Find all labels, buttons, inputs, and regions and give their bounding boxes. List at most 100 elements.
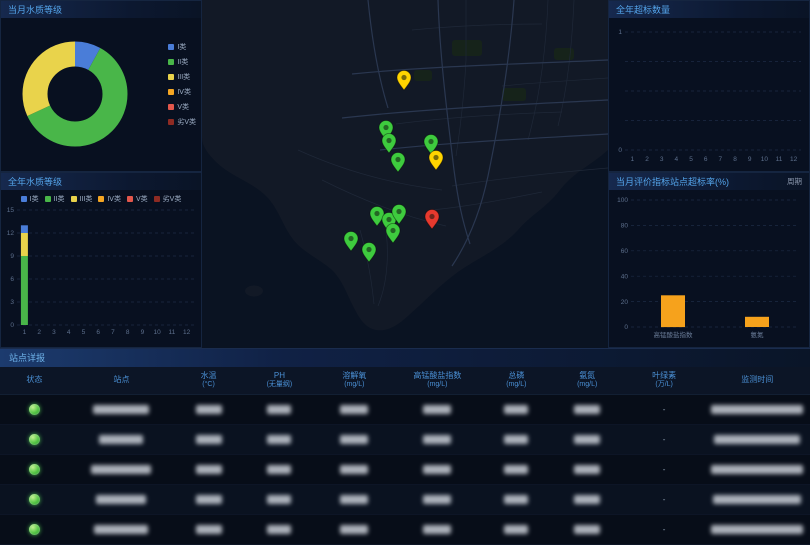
redacted-temp [196,525,222,534]
legend-item-IV类[interactable]: IV类 [168,87,196,97]
svg-text:高锰酸盐指数: 高锰酸盐指数 [654,330,694,339]
svg-text:9: 9 [10,253,14,260]
status-dot [29,494,40,505]
table-body: ----- [0,394,810,544]
dashboard: 当月水质等级 I类II类III类IV类V类劣V类 全年水质等级 I类II类III… [0,0,810,545]
redacted-temp [196,495,222,504]
svg-text:0: 0 [624,324,628,331]
station-row[interactable]: - [0,394,810,424]
redacted-dox [340,405,368,414]
svg-text:6: 6 [96,329,100,336]
status-dot [29,464,40,475]
svg-text:6: 6 [704,156,708,163]
redacted-ph [267,405,291,414]
redacted-tp [504,465,528,474]
redacted-tp [504,495,528,504]
legend-item-劣V类[interactable]: 劣V类 [168,117,196,127]
svg-text:60: 60 [621,248,629,255]
svg-text:100: 100 [617,197,628,204]
redacted-codmn [423,495,451,504]
redacted-site [93,405,149,414]
redacted-temp [196,405,222,414]
legend-item-III类[interactable]: III类 [71,194,93,204]
legend-item-I类[interactable]: I类 [168,42,196,52]
legend-item-III类[interactable]: III类 [168,72,196,82]
station-detail-section: 站点详报 状态站点水温(°C)PH(无量纲)溶解氧(mg/L)高锰酸盐指数(mg… [0,348,810,545]
map[interactable] [202,0,608,348]
column-site: 站点 [69,367,174,394]
station-row[interactable]: - [0,454,810,484]
svg-text:20: 20 [621,299,629,306]
redacted-dox [340,435,368,444]
redacted-codmn [423,435,451,444]
redacted-codmn [423,525,451,534]
redacted-nh3n [574,465,600,474]
column-nh3n: 氨氮(mg/L) [551,367,624,394]
panel-header: 当月评价指标站点超标率(%) 周期 [609,173,809,190]
redacted-time [711,405,803,414]
column-codmn: 高锰酸盐指数(mg/L) [393,367,482,394]
redacted-time [714,435,800,444]
svg-text:12: 12 [183,329,191,336]
svg-text:7: 7 [719,156,723,163]
legend-item-V类[interactable]: V类 [168,102,196,112]
redacted-temp [196,465,222,474]
period-label[interactable]: 周期 [787,176,802,187]
svg-text:1: 1 [618,29,622,36]
map-canvas [202,0,608,348]
svg-text:4: 4 [67,329,71,336]
redacted-dox [340,525,368,534]
redacted-nh3n [574,495,600,504]
panel-header: 全年水质等级 [1,173,201,190]
legend-item-II类[interactable]: II类 [168,57,196,67]
map-islet [245,286,263,297]
legend-item-劣V类[interactable]: 劣V类 [154,194,182,204]
svg-text:3: 3 [10,299,14,306]
svg-text:8: 8 [126,329,130,336]
legend-item-V类[interactable]: V类 [127,194,148,204]
legend-item-I类[interactable]: I类 [21,194,39,204]
redacted-site [91,465,151,474]
svg-text:15: 15 [7,207,15,214]
status-dot [29,434,40,445]
station-table: 状态站点水温(°C)PH(无量纲)溶解氧(mg/L)高锰酸盐指数(mg/L)总磷… [0,367,810,545]
station-row[interactable]: - [0,424,810,454]
redacted-nh3n [574,435,600,444]
svg-text:氨氮: 氨氮 [751,330,765,339]
column-status: 状态 [0,367,69,394]
svg-text:1: 1 [631,156,635,163]
redacted-ph [267,465,291,474]
column-chla: 叶绿素(万/L) [624,367,705,394]
panel-header: 全年超标数量 [609,1,809,18]
svg-text:0: 0 [618,147,622,154]
cell-chla: - [624,424,705,454]
panel-title-annual-exceed: 全年超标数量 [616,3,670,16]
svg-text:1: 1 [23,329,27,336]
annual-exceed-line-chart: 01123456789101112 [609,18,809,164]
legend-item-II类[interactable]: II类 [45,194,65,204]
left-column: 当月水质等级 I类II类III类IV类V类劣V类 全年水质等级 I类II类III… [0,0,202,348]
redacted-time [711,465,803,474]
svg-text:11: 11 [776,156,783,163]
svg-text:3: 3 [660,156,664,163]
annual-grade-bar-chart: 03691215123456789101112 [1,205,201,337]
cell-chla: - [624,484,705,514]
column-tp: 总磷(mg/L) [482,367,551,394]
svg-text:2: 2 [645,156,649,163]
right-column: 全年超标数量 01123456789101112 当月评价指标站点超标率(%) … [608,0,810,348]
svg-text:80: 80 [621,223,629,230]
station-row[interactable]: - [0,484,810,514]
monthly-grade-body: I类 II类 III类 IV类 V类劣V类 [1,18,201,171]
panel-header: 当月水质等级 [1,1,201,18]
legend-item-IV类[interactable]: IV类 [98,194,121,204]
panel-annual-grade: 全年水质等级 I类II类III类IV类V类劣V类 036912151234567… [0,172,202,348]
cell-chla: - [624,394,705,424]
svg-text:12: 12 [7,230,15,237]
redacted-temp [196,435,222,444]
status-dot [29,524,40,535]
monthly-grade-donut-chart [3,21,153,167]
top-section: 当月水质等级 I类II类III类IV类V类劣V类 全年水质等级 I类II类III… [0,0,810,348]
svg-text:11: 11 [169,329,176,336]
svg-text:6: 6 [10,276,14,283]
redacted-dox [340,465,368,474]
